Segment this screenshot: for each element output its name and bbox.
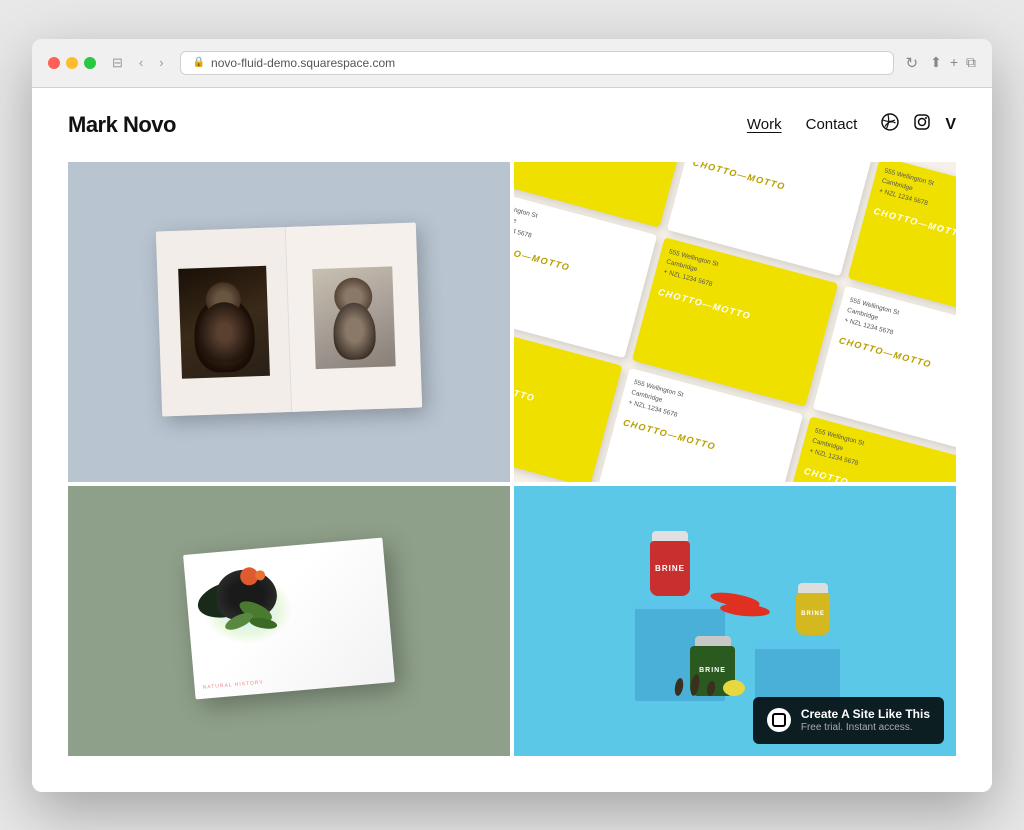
page-content: Mark Novo Work Contact [32,88,992,756]
book-spine-text: NATURAL HISTORY [202,679,264,690]
forward-button[interactable]: › [155,53,167,72]
nav-contact[interactable]: Contact [806,116,858,133]
nav-work[interactable]: Work [747,116,782,133]
vimeo-icon[interactable]: V [945,116,956,134]
instagram-icon[interactable] [913,113,931,136]
browser-actions: ⬆ + ⧉ [930,54,976,71]
jar-label-red: BRINE [655,564,685,573]
jar-lid-red [652,531,688,541]
book-visual [159,227,419,417]
jar-yellow: BRINE [796,583,830,635]
refresh-button[interactable]: ↻ [906,54,919,72]
banner-text: Create A Site Like This Free trial. Inst… [801,707,930,733]
jar-red: BRINE [650,531,690,596]
lock-icon: 🔒 [193,57,205,68]
banner-main-text: Create A Site Like This [801,707,930,721]
portfolio-item-jars[interactable]: BRINE BRINE [514,486,956,756]
url-text: novo-fluid-demo.squarespace.com [211,56,395,70]
back-button[interactable]: ‹ [135,53,147,72]
pod2 [689,673,701,696]
traffic-lights [48,57,96,69]
jar-label-yellow: BRINE [801,611,825,617]
cards-grid: 555 Wellington StCambridge+ NZL 1234 567… [514,162,956,482]
squarespace-banner[interactable]: Create A Site Like This Free trial. Inst… [753,697,944,743]
dribbble-icon[interactable] [881,113,899,136]
platform-short [755,641,840,701]
close-button[interactable] [48,57,60,69]
jar-body-red: BRINE [650,541,690,596]
site-header: Mark Novo Work Contact [32,88,992,162]
site-logo[interactable]: Mark Novo [68,112,176,138]
pepper2 [720,601,771,617]
copy-button[interactable]: ⧉ [966,54,976,71]
bird-book-cover: NATURAL HISTORY [183,537,395,699]
maximize-button[interactable] [84,57,96,69]
portfolio-item-bird-book[interactable]: NATURAL HISTORY [68,486,510,756]
jar-lid-green [695,636,731,646]
squarespace-logo [767,708,791,732]
book-photo-right [312,265,395,368]
book-spread [156,222,422,416]
browser-controls: ⊟ ‹ › [108,53,168,73]
banner-sub-text: Free trial. Instant access. [801,722,930,734]
bird-book-visual: NATURAL HISTORY [189,546,389,696]
small-items [675,674,745,696]
new-tab-button[interactable]: + [950,54,958,71]
site-nav: Work Contact [747,113,956,136]
portfolio-item-book[interactable] [68,162,510,482]
minimize-button[interactable] [66,57,78,69]
portfolio-item-cards[interactable]: 555 Wellington StCambridge+ NZL 1234 567… [514,162,956,482]
book-photo-left [178,265,270,378]
book-page-right [286,222,422,411]
browser-chrome: ⊟ ‹ › 🔒 novo-fluid-demo.squarespace.com … [32,39,992,88]
sidebar-toggle-icon[interactable]: ⊟ [108,53,127,73]
lemon [723,680,745,696]
share-button[interactable]: ⬆ [930,54,942,71]
jar-lid-yellow [798,583,828,593]
pod3 [706,680,716,696]
squarespace-logo-inner [772,713,786,727]
book-page-left [156,227,292,416]
browser-window: ⊟ ‹ › 🔒 novo-fluid-demo.squarespace.com … [32,39,992,792]
jar-body-yellow: BRINE [796,593,830,635]
pod1 [673,677,684,696]
portfolio-grid: 555 Wellington StCambridge+ NZL 1234 567… [68,162,956,756]
nav-icons: V [881,113,956,136]
address-bar[interactable]: 🔒 novo-fluid-demo.squarespace.com [180,51,894,75]
